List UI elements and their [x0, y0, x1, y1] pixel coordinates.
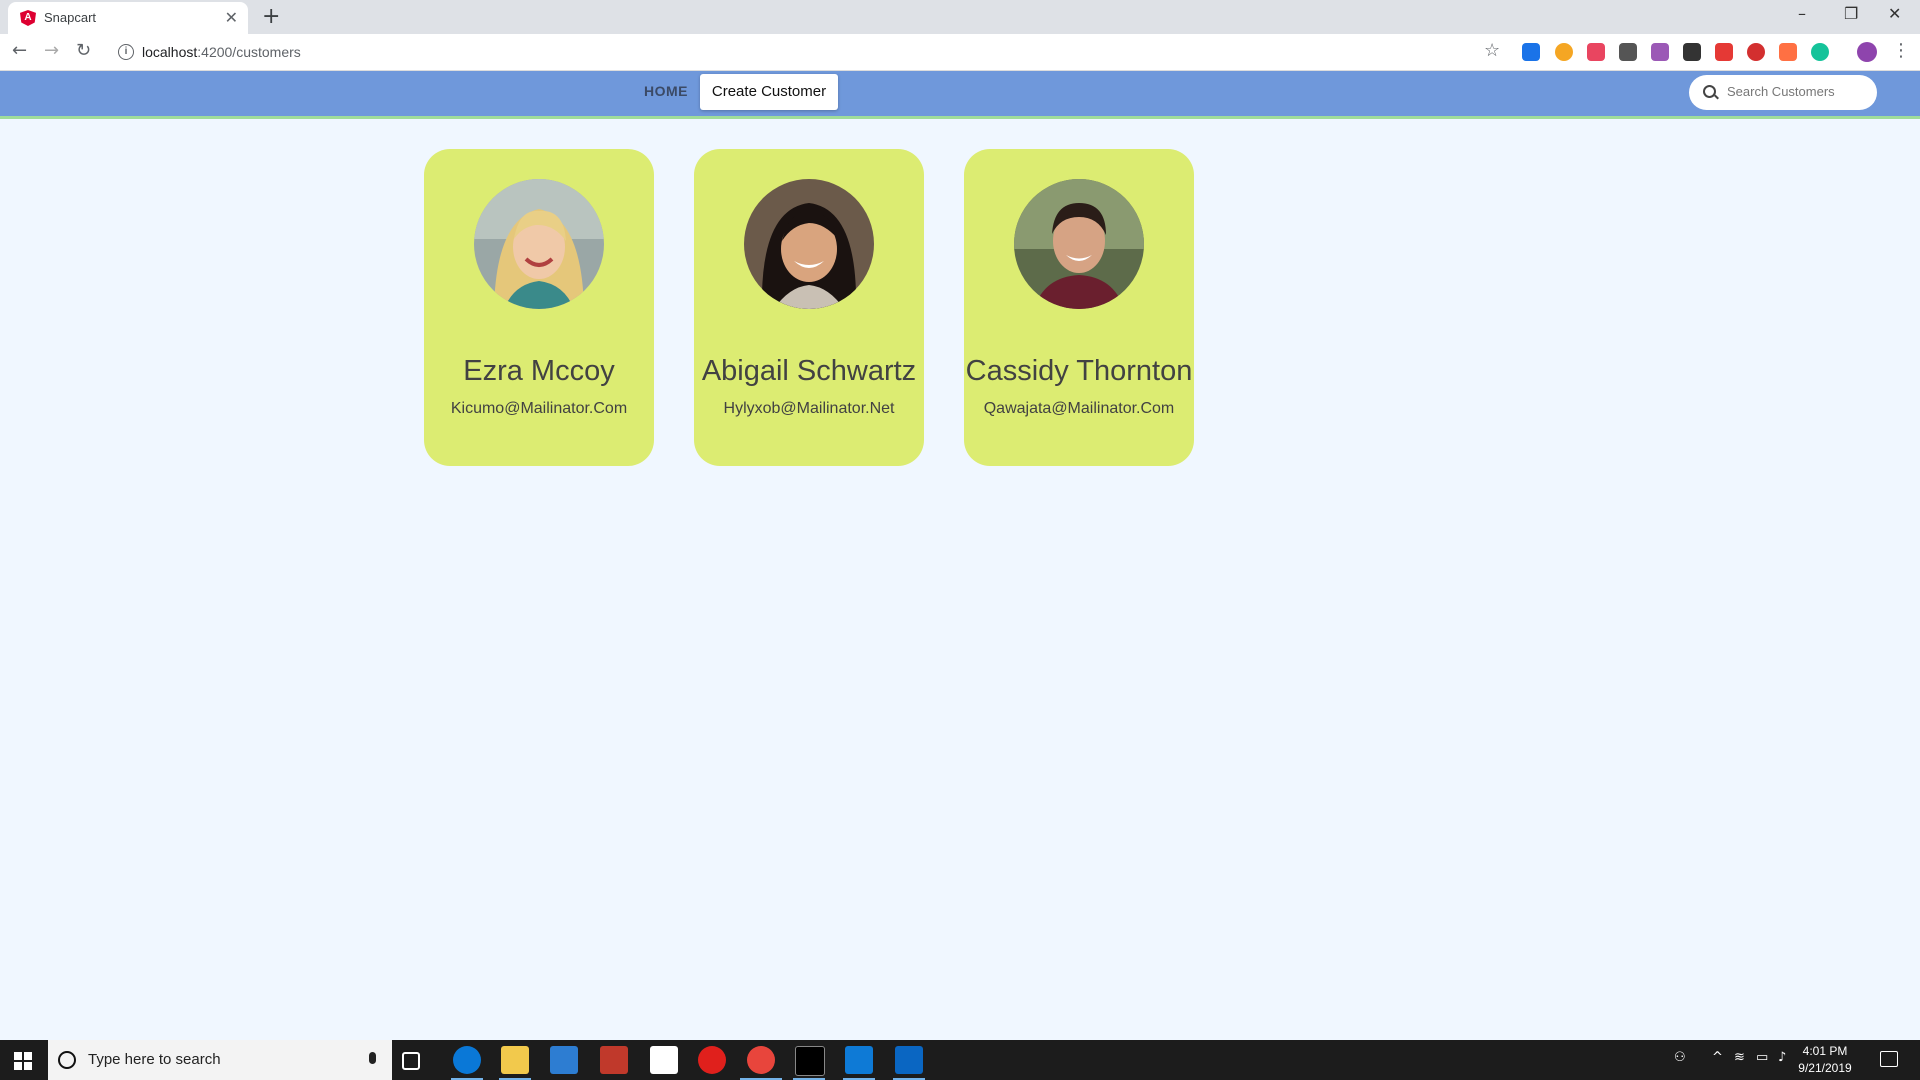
extension-icon[interactable]: [1715, 43, 1733, 61]
clock-date: 9/21/2019: [1798, 1061, 1852, 1075]
linkedin-icon[interactable]: [895, 1046, 923, 1074]
back-icon[interactable]: ←: [12, 40, 27, 61]
microphone-icon[interactable]: [369, 1052, 376, 1064]
tab-title: Snapcart: [44, 10, 97, 25]
extension-icon[interactable]: [1522, 43, 1540, 61]
windows-start-icon[interactable]: [14, 1052, 32, 1070]
cortana-icon: [58, 1051, 76, 1069]
extension-icon[interactable]: [1683, 43, 1701, 61]
customer-name: Abigail Schwartz: [701, 355, 917, 387]
wifi-icon[interactable]: ≋: [1734, 1050, 1745, 1065]
extension-icon[interactable]: [1747, 43, 1765, 61]
customer-email: Kicumo@Mailinator.Com: [450, 400, 628, 417]
browser-tab-strip: A Snapcart ✕ + – ❐ ✕: [0, 0, 1920, 34]
file-explorer-icon[interactable]: [501, 1046, 529, 1074]
reload-icon[interactable]: ↻: [76, 40, 91, 61]
customer-avatar: [1014, 179, 1144, 309]
windows-taskbar: Type here to search ⚇ ^ ≋ ▭ ♪ 4:01 PM 9/…: [0, 1040, 1920, 1080]
extension-icon[interactable]: [1619, 43, 1637, 61]
app-navbar: HOME Create Customer: [0, 71, 1920, 119]
extension-icon[interactable]: [1587, 43, 1605, 61]
chevron-up-icon[interactable]: ^: [1712, 1050, 1723, 1065]
opera-icon[interactable]: [698, 1046, 726, 1074]
minimize-icon[interactable]: –: [1798, 4, 1806, 23]
profile-avatar[interactable]: [1857, 42, 1877, 62]
battery-icon[interactable]: ▭: [1756, 1050, 1768, 1065]
taskbar-search-placeholder: Type here to search: [88, 1051, 221, 1068]
menu-icon[interactable]: ⋮: [1892, 40, 1910, 61]
customer-name: Ezra Mccoy: [463, 355, 615, 387]
system-clock[interactable]: 4:01 PM 9/21/2019: [1790, 1043, 1860, 1077]
forward-icon[interactable]: →: [44, 40, 59, 61]
customer-email: Qawajata@Mailinator.Com: [983, 400, 1175, 417]
angular-favicon-icon: A: [20, 10, 36, 26]
extension-icon[interactable]: [1779, 43, 1797, 61]
restore-icon[interactable]: ❐: [1844, 4, 1858, 23]
extension-icon[interactable]: [1555, 43, 1573, 61]
vscode-icon[interactable]: [845, 1046, 873, 1074]
close-window-icon[interactable]: ✕: [1888, 4, 1901, 23]
address-bar[interactable]: i localhost:4200/customers: [108, 38, 1508, 66]
search-box: [1689, 75, 1877, 110]
search-icon: [1703, 85, 1716, 98]
customer-card[interactable]: Ezra Mccoy Kicumo@Mailinator.Com: [424, 149, 654, 466]
task-view-icon[interactable]: [402, 1052, 420, 1070]
browser-tab[interactable]: A Snapcart ✕: [8, 2, 248, 34]
clock-time: 4:01 PM: [1802, 1044, 1848, 1058]
new-tab-icon[interactable]: +: [262, 4, 280, 29]
customer-email: Hylyxob@Mailinator.Net: [723, 400, 895, 417]
mail-icon[interactable]: [650, 1046, 678, 1074]
customer-name: Cassidy Thornton: [965, 355, 1193, 387]
url-text: localhost:4200/customers: [142, 44, 301, 60]
terminal-icon[interactable]: [795, 1046, 825, 1076]
home-link[interactable]: HOME: [644, 83, 688, 99]
grammarly-icon[interactable]: [1811, 43, 1829, 61]
taskbar-search[interactable]: Type here to search: [48, 1040, 392, 1080]
customer-card[interactable]: Cassidy Thornton Qawajata@Mailinator.Com: [964, 149, 1194, 466]
info-icon[interactable]: i: [118, 44, 134, 60]
customer-avatar: [474, 179, 604, 309]
browser-toolbar: ← → ↻ i localhost:4200/customers ☆ ⋮: [0, 34, 1920, 71]
extension-icon[interactable]: [1651, 43, 1669, 61]
notification-center-icon[interactable]: [1880, 1051, 1898, 1067]
edge-icon[interactable]: [453, 1046, 481, 1074]
customer-card[interactable]: Abigail Schwartz Hylyxob@Mailinator.Net: [694, 149, 924, 466]
bookmark-star-icon[interactable]: ☆: [1484, 40, 1500, 61]
store-icon[interactable]: [550, 1046, 578, 1074]
create-customer-button[interactable]: Create Customer: [700, 74, 838, 110]
chrome-icon[interactable]: [747, 1046, 775, 1074]
volume-icon[interactable]: ♪: [1778, 1050, 1786, 1065]
search-input[interactable]: [1725, 83, 1869, 100]
gift-app-icon[interactable]: [600, 1046, 628, 1074]
tab-close-icon[interactable]: ✕: [225, 8, 238, 27]
people-icon[interactable]: ⚇: [1674, 1050, 1686, 1065]
customer-avatar: [744, 179, 874, 309]
